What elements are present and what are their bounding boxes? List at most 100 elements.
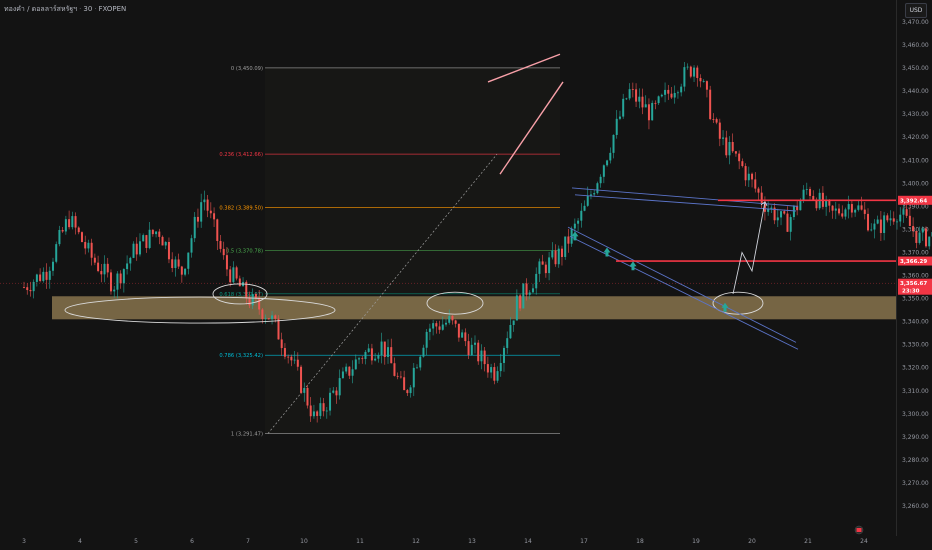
candle-body[interactable]: [854, 209, 857, 213]
candle-body[interactable]: [625, 98, 628, 100]
candle-body[interactable]: [55, 244, 58, 262]
candle-body[interactable]: [892, 218, 895, 222]
candle-body[interactable]: [306, 387, 309, 406]
candle-body[interactable]: [760, 192, 763, 204]
candle-body[interactable]: [438, 326, 441, 330]
candle-body[interactable]: [341, 371, 344, 379]
candle-body[interactable]: [248, 298, 251, 306]
candle-body[interactable]: [416, 367, 419, 369]
candle-body[interactable]: [300, 366, 303, 393]
candle-body[interactable]: [499, 362, 502, 372]
candle-body[interactable]: [200, 202, 203, 222]
candle-body[interactable]: [113, 289, 116, 292]
candle-body[interactable]: [100, 271, 103, 275]
candle-body[interactable]: [29, 290, 32, 292]
candle-body[interactable]: [319, 403, 322, 416]
candle-body[interactable]: [799, 200, 802, 211]
candle-body[interactable]: [448, 315, 451, 323]
candle-body[interactable]: [316, 411, 319, 416]
candle-body[interactable]: [361, 358, 364, 360]
candle-body[interactable]: [77, 227, 80, 233]
candle-body[interactable]: [135, 243, 138, 255]
candle-body[interactable]: [515, 295, 518, 321]
candle-body[interactable]: [119, 273, 122, 284]
candle-body[interactable]: [428, 328, 431, 332]
candle-body[interactable]: [39, 274, 42, 281]
candle-body[interactable]: [283, 348, 286, 357]
candle-body[interactable]: [229, 269, 232, 283]
candle-body[interactable]: [660, 94, 663, 97]
candle-body[interactable]: [225, 255, 228, 270]
candle-body[interactable]: [196, 216, 199, 222]
candle-body[interactable]: [918, 232, 921, 243]
candle-body[interactable]: [470, 344, 473, 356]
candle-body[interactable]: [567, 236, 570, 244]
candle-body[interactable]: [23, 287, 25, 288]
candle-body[interactable]: [126, 263, 129, 270]
candle-body[interactable]: [258, 298, 261, 310]
candle-body[interactable]: [531, 288, 534, 293]
candle-body[interactable]: [847, 204, 850, 210]
candle-body[interactable]: [635, 89, 638, 102]
candle-body[interactable]: [42, 271, 45, 281]
candle-body[interactable]: [97, 262, 100, 272]
candle-body[interactable]: [680, 86, 683, 93]
candle-body[interactable]: [928, 236, 931, 247]
candle-body[interactable]: [332, 390, 335, 393]
candle-body[interactable]: [734, 151, 737, 154]
candle-body[interactable]: [367, 348, 370, 352]
candle-body[interactable]: [403, 377, 406, 391]
candle-body[interactable]: [789, 217, 792, 232]
projection-path[interactable]: [732, 201, 766, 295]
candle-body[interactable]: [435, 323, 438, 327]
candle-body[interactable]: [232, 267, 235, 283]
candle-body[interactable]: [177, 259, 180, 267]
candle-body[interactable]: [122, 269, 125, 284]
candle-body[interactable]: [287, 356, 290, 358]
candle-body[interactable]: [693, 67, 696, 77]
candle-body[interactable]: [109, 272, 112, 292]
candle-body[interactable]: [473, 342, 476, 345]
candle-body[interactable]: [312, 411, 315, 417]
candle-body[interactable]: [792, 205, 795, 218]
candle-body[interactable]: [296, 359, 299, 367]
candle-body[interactable]: [709, 89, 712, 120]
candle-body[interactable]: [602, 165, 605, 177]
candle-body[interactable]: [596, 183, 599, 194]
candle-body[interactable]: [267, 318, 270, 320]
candle-body[interactable]: [380, 341, 383, 356]
candle-body[interactable]: [71, 216, 74, 228]
candle-body[interactable]: [329, 392, 332, 411]
candle-body[interactable]: [406, 390, 409, 394]
candle-body[interactable]: [490, 367, 493, 373]
demand-zone[interactable]: [52, 296, 896, 320]
candle-body[interactable]: [786, 213, 789, 232]
candle-body[interactable]: [850, 204, 853, 213]
candle-body[interactable]: [628, 89, 631, 99]
candle-body[interactable]: [776, 217, 779, 221]
candle-body[interactable]: [535, 273, 538, 289]
candle-body[interactable]: [87, 242, 90, 249]
candle-body[interactable]: [812, 195, 815, 200]
candle-body[interactable]: [251, 293, 254, 306]
candle-body[interactable]: [432, 323, 435, 329]
candle-body[interactable]: [483, 350, 486, 365]
candle-body[interactable]: [783, 211, 786, 214]
candle-body[interactable]: [290, 356, 293, 361]
candle-body[interactable]: [593, 193, 596, 195]
candle-body[interactable]: [525, 283, 528, 295]
candle-body[interactable]: [560, 248, 563, 257]
candle-body[interactable]: [93, 257, 96, 263]
candle-body[interactable]: [235, 267, 238, 279]
candle-body[interactable]: [573, 223, 576, 229]
candle-body[interactable]: [870, 229, 873, 231]
candle-body[interactable]: [548, 257, 551, 274]
candle-body[interactable]: [747, 173, 750, 181]
candle-body[interactable]: [647, 104, 650, 121]
candle-body[interactable]: [377, 355, 380, 359]
candle-body[interactable]: [325, 410, 328, 412]
candle-body[interactable]: [161, 236, 164, 246]
candle-body[interactable]: [496, 371, 499, 381]
candle-body[interactable]: [541, 261, 544, 265]
candle-body[interactable]: [915, 230, 918, 243]
